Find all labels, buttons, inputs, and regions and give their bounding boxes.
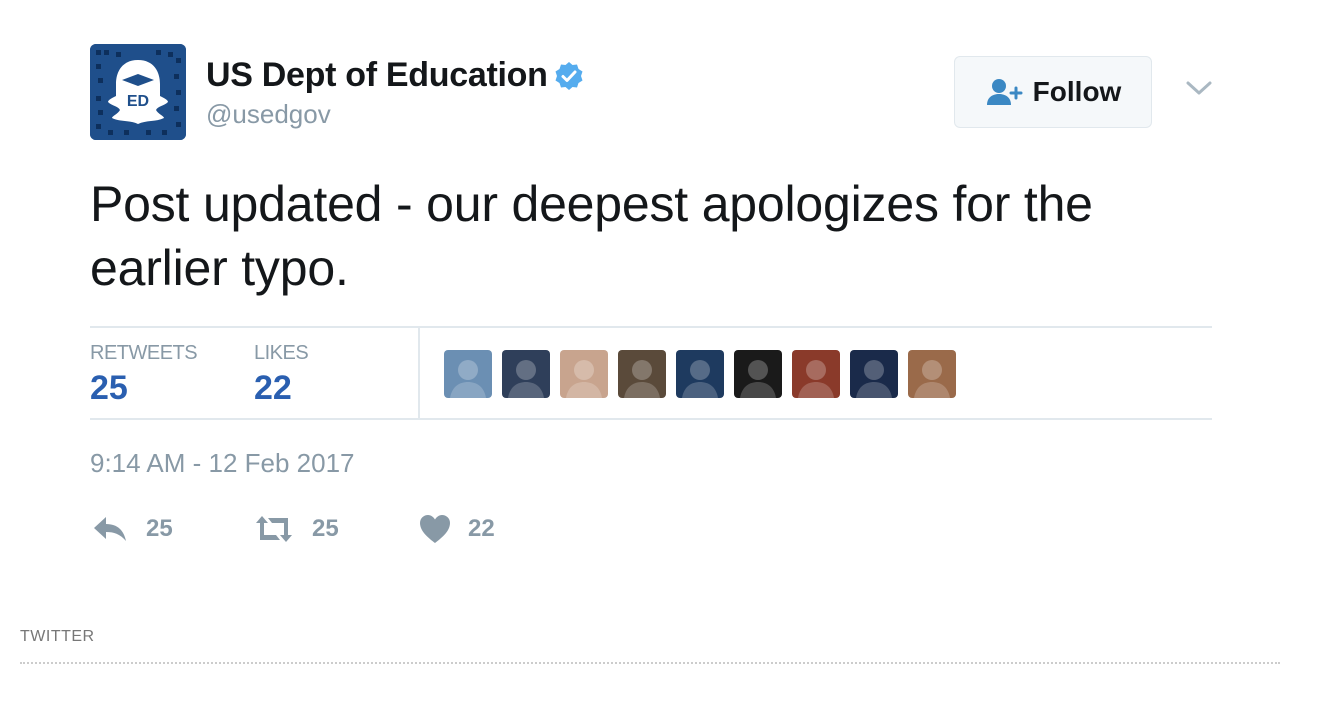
avatar-silhouette-icon: [508, 360, 544, 398]
avatar-silhouette-icon: [624, 360, 660, 398]
liker-avatar-3[interactable]: [560, 350, 608, 398]
retweet-icon: [256, 516, 292, 542]
likes-count: 22: [254, 369, 292, 407]
avatar-silhouette-icon: [856, 360, 892, 398]
liker-avatar-6[interactable]: [734, 350, 782, 398]
tweet-card: ED US Dept of Education @usedgov Follow: [90, 44, 1212, 553]
avatar-silhouette-icon: [914, 360, 950, 398]
retweets-stat[interactable]: RETWEETS 25: [90, 342, 198, 408]
follow-label: Follow: [1032, 76, 1122, 107]
liker-avatar-8[interactable]: [850, 350, 898, 398]
liker-avatar-2[interactable]: [502, 350, 550, 398]
add-user-icon: [986, 79, 1023, 105]
heart-icon: [420, 515, 450, 543]
retweet-button[interactable]: 25: [252, 513, 339, 545]
likes-label: LIKES: [254, 342, 309, 364]
source-divider: [20, 662, 1280, 664]
retweets-count: 25: [90, 369, 128, 407]
liker-avatar-4[interactable]: [618, 350, 666, 398]
tweet-stats: RETWEETS 25 LIKES 22: [90, 326, 1212, 420]
chevron-down-icon[interactable]: [1184, 78, 1214, 98]
avatar-silhouette-icon: [566, 360, 602, 398]
tweet-actions: 25 25 22: [90, 513, 1212, 553]
snapcode-ghost-icon: ED: [90, 44, 186, 140]
tweet-timestamp[interactable]: 9:14 AM - 12 Feb 2017: [90, 448, 1212, 479]
name-block: US Dept of Education @usedgov: [206, 56, 584, 130]
avatar-silhouette-icon: [682, 360, 718, 398]
source-label: TWITTER: [20, 628, 95, 645]
avatar-silhouette-icon: [450, 360, 486, 398]
reply-icon: [94, 517, 126, 541]
tweet-text: Post updated - our deepest apologizes fo…: [90, 176, 1093, 296]
retweet-count: 25: [312, 515, 339, 542]
likes-stat[interactable]: LIKES 22: [254, 342, 309, 408]
user-handle[interactable]: @usedgov: [206, 99, 584, 130]
follow-button[interactable]: Follow: [954, 56, 1152, 128]
liker-avatar-7[interactable]: [792, 350, 840, 398]
like-button[interactable]: 22: [418, 513, 495, 545]
display-name-text[interactable]: US Dept of Education: [206, 56, 548, 95]
liker-avatar-1[interactable]: [444, 350, 492, 398]
profile-avatar[interactable]: ED: [90, 44, 186, 140]
reply-count: 25: [146, 515, 173, 542]
svg-text:ED: ED: [127, 93, 149, 110]
stats-divider: [418, 328, 420, 418]
reply-button[interactable]: 25: [90, 513, 173, 545]
liker-avatars: [444, 350, 966, 398]
avatar-silhouette-icon: [798, 360, 834, 398]
verified-badge-icon: [555, 61, 583, 90]
liker-avatar-9[interactable]: [908, 350, 956, 398]
like-count: 22: [468, 515, 495, 542]
display-name[interactable]: US Dept of Education: [206, 56, 584, 95]
retweets-label: RETWEETS: [90, 342, 198, 364]
tweet-header: ED US Dept of Education @usedgov Follow: [90, 44, 1212, 140]
avatar-silhouette-icon: [740, 360, 776, 398]
liker-avatar-5[interactable]: [676, 350, 724, 398]
